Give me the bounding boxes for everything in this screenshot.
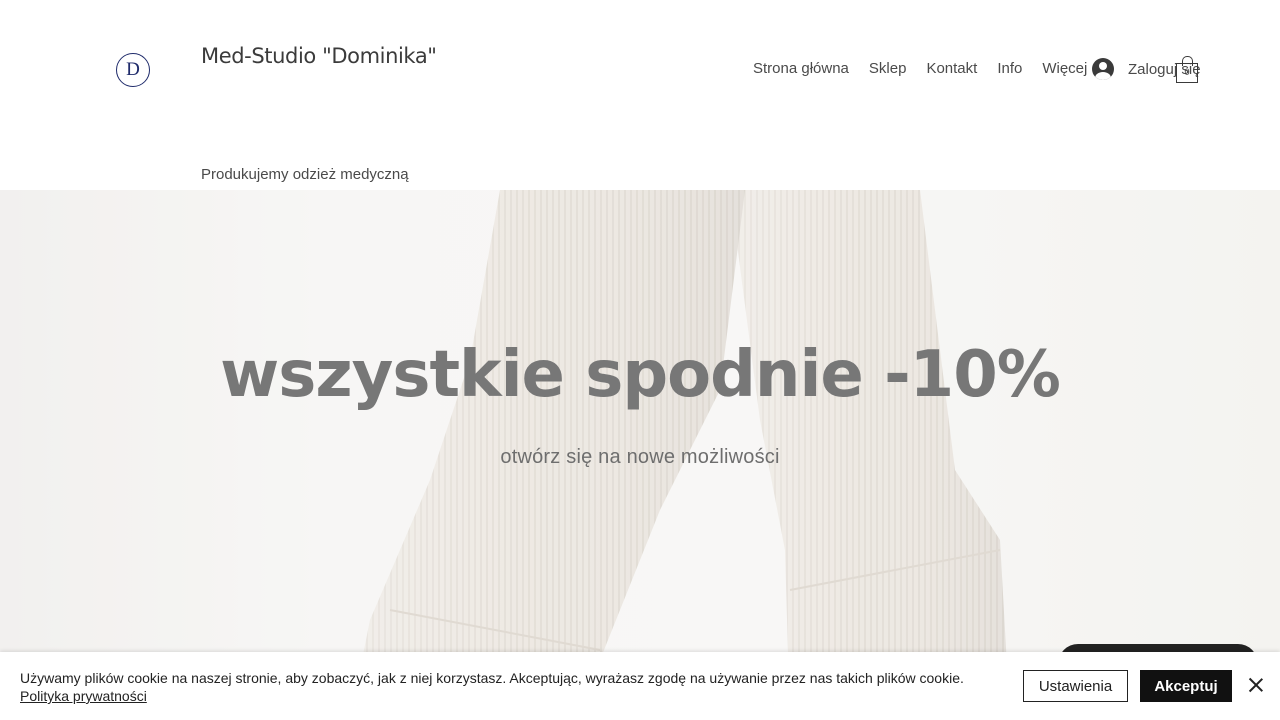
hero-section: wszystkie spodnie -10% otwórz się na now… (0, 190, 1280, 720)
nav-item-home[interactable]: Strona główna (753, 60, 849, 77)
logo[interactable]: D (116, 53, 150, 87)
privacy-policy-link[interactable]: Polityka prywatności (20, 688, 147, 704)
site-title[interactable]: Med-Studio "Dominika" (201, 44, 437, 68)
cart-button[interactable]: 0 (1176, 56, 1198, 83)
nav-item-contact[interactable]: Kontakt (926, 60, 977, 77)
site-header: D Med-Studio "Dominika" Produkujemy odzi… (0, 0, 1280, 190)
logo-letter: D (126, 59, 140, 80)
main-nav: Strona główna Sklep Kontakt Info Więcej (753, 60, 1087, 77)
hero-subheading: otwórz się na nowe możliwości (500, 446, 780, 468)
hero-heading: wszystkie spodnie -10% (220, 338, 1061, 412)
user-avatar-icon (1092, 58, 1114, 80)
nav-item-shop[interactable]: Sklep (869, 60, 907, 77)
cookie-banner: Używamy plików cookie na naszej stronie,… (0, 652, 1280, 720)
tagline: Produkujemy odzież medyczną (201, 166, 409, 183)
cookie-message-text: Używamy plików cookie na naszej stronie,… (20, 670, 964, 686)
cookie-accept-button[interactable]: Akceptuj (1140, 670, 1232, 702)
cookie-settings-button[interactable]: Ustawienia (1023, 670, 1128, 702)
nav-item-info[interactable]: Info (997, 60, 1022, 77)
cookie-message: Używamy plików cookie na naszej stronie,… (20, 669, 980, 705)
close-icon[interactable] (1247, 676, 1265, 694)
nav-item-more[interactable]: Więcej (1042, 60, 1087, 77)
cart-count: 0 (1184, 67, 1190, 77)
